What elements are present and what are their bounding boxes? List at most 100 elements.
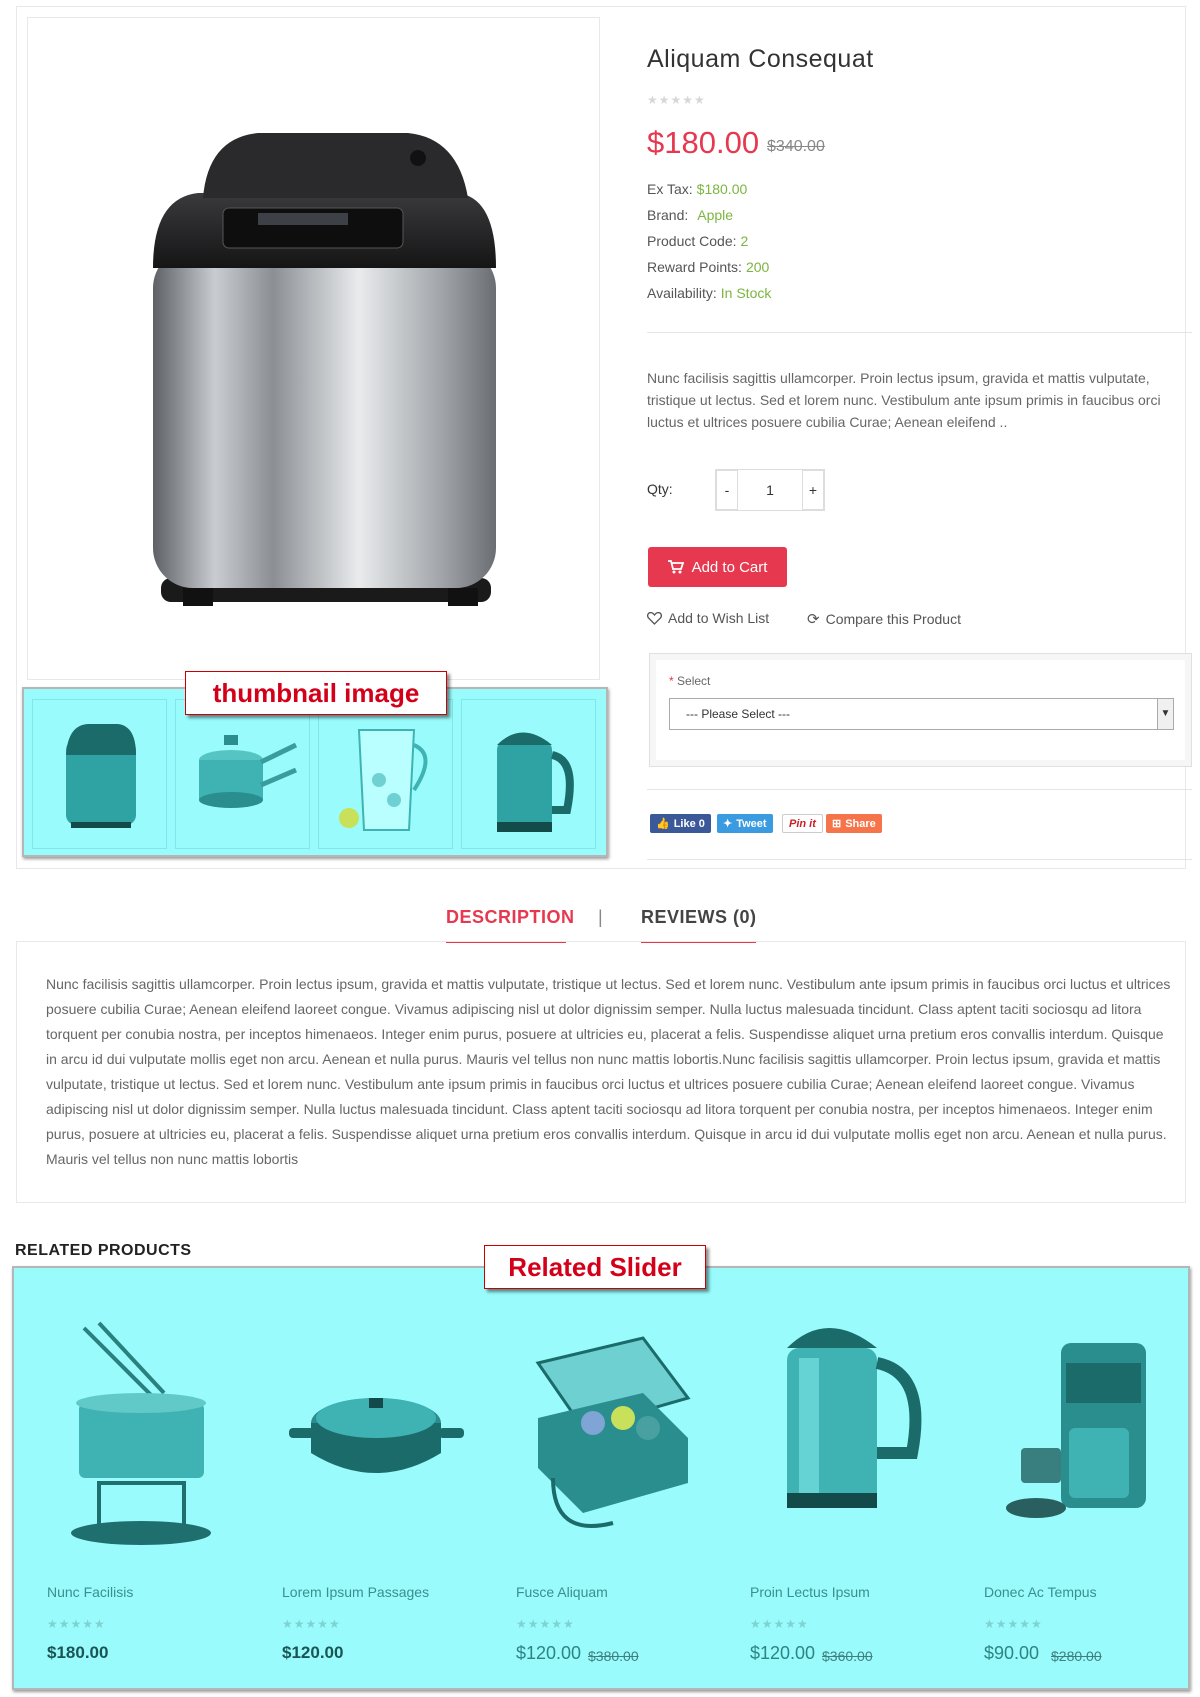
related-product-old-price: $280.00 [1051, 1648, 1102, 1664]
pinit-label: Pin it [789, 817, 816, 830]
short-description: Nunc facilisis sagittis ullamcorper. Pro… [647, 370, 1161, 430]
info-label: Availability: [647, 285, 717, 301]
add-to-cart-label: Add to Cart [691, 558, 768, 576]
divider [647, 332, 1192, 333]
option-select[interactable]: --- Please Select --- ▼ [669, 698, 1174, 730]
saucepan-thumb-icon [199, 735, 298, 808]
product-title: Aliquam Consequat [647, 45, 874, 73]
like-label: Like 0 [673, 817, 705, 830]
add-to-wishlist-link[interactable]: Add to Wish List [647, 610, 769, 626]
add-to-cart-button[interactable]: Add to Cart [648, 547, 787, 587]
heart-icon [647, 611, 662, 625]
info-product-code: Product Code: 2 [647, 233, 748, 249]
qty-label: Qty: [647, 481, 673, 497]
tweet-button[interactable]: ✦ Tweet [717, 814, 773, 833]
wishlist-label: Add to Wish List [668, 610, 770, 626]
option-selected-value: --- Please Select --- [686, 707, 791, 721]
related-product-item[interactable]: Donec Ac Tempus ★★★★★ $90.00 $280.00 [961, 1268, 1195, 1692]
product-options: * Select --- Please Select --- ▼ [649, 653, 1192, 767]
info-value: 2 [740, 233, 749, 249]
related-product-old-price: $360.00 [822, 1648, 873, 1664]
related-product-name[interactable]: Donec Ac Tempus [984, 1584, 1097, 1600]
info-label: Reward Points: [647, 259, 742, 275]
description-panel: Nunc facilisis sagittis ullamcorper. Pro… [16, 941, 1186, 1203]
refresh-icon: ⟳ [807, 611, 820, 628]
related-product-item[interactable]: Proin Lectus Ipsum ★★★★★ $120.00 $360.00 [727, 1268, 961, 1692]
related-product-item[interactable]: Fusce Aliquam ★★★★★ $120.00 $380.00 [493, 1268, 727, 1692]
product-panel: Aliquam Consequat ★★★★★ $180.00 $340.00 … [16, 6, 1192, 869]
tab-description[interactable]: DESCRIPTION [446, 907, 575, 928]
related-products-title: RELATED PRODUCTS [15, 1242, 192, 1259]
info-brand: Brand: Apple [647, 207, 733, 223]
qty-input[interactable]: 1 [738, 470, 802, 510]
long-description: Nunc facilisis sagittis ullamcorper. Pro… [46, 976, 1171, 1167]
related-product-name[interactable]: Proin Lectus Ipsum [750, 1584, 870, 1600]
chevron-down-icon: ▼ [1157, 699, 1173, 729]
related-product-stars: ★★★★★ [516, 1617, 575, 1631]
divider [647, 789, 1192, 790]
info-label: Product Code: [647, 233, 737, 249]
facebook-like-button[interactable]: 👍 Like 0 [650, 814, 711, 833]
twitter-bird-icon: ✦ [723, 818, 733, 830]
bread-maker-image [153, 133, 496, 606]
related-product-price: $120.00 [516, 1643, 582, 1663]
cart-icon [667, 560, 684, 574]
coffee-maker-image [1006, 1343, 1146, 1518]
soup-maker-image [787, 1328, 922, 1508]
bread-maker-thumb-icon [66, 724, 136, 828]
related-product-name[interactable]: Nunc Facilisis [47, 1584, 133, 1600]
divider [647, 859, 1192, 860]
info-availability: Availability: In Stock [647, 285, 771, 301]
related-product-stars: ★★★★★ [47, 1617, 106, 1631]
tab-separator: | [598, 907, 603, 927]
related-product-stars: ★★★★★ [984, 1617, 1043, 1631]
tweet-label: Tweet [736, 817, 767, 830]
related-product-name[interactable]: Fusce Aliquam [516, 1584, 608, 1600]
info-value: $180.00 [696, 181, 748, 197]
plus-icon: ⊞ [832, 818, 842, 830]
thumbs-up-icon: 👍 [656, 818, 670, 830]
compare-product-link[interactable]: ⟳ Compare this Product [807, 610, 961, 628]
thumbnail-pitcher[interactable] [318, 699, 453, 849]
qty-decrease-button[interactable]: - [716, 470, 738, 510]
info-value: 200 [745, 259, 770, 275]
info-label: Brand: [647, 207, 689, 223]
related-product-item[interactable]: Nunc Facilisis ★★★★★ $180.00 [24, 1268, 258, 1692]
related-product-item[interactable]: Lorem Ipsum Passages ★★★★★ $120.00 [259, 1268, 493, 1692]
required-marker: * [669, 674, 674, 688]
share-button[interactable]: ⊞ Share [826, 814, 882, 833]
related-product-name[interactable]: Lorem Ipsum Passages [282, 1584, 429, 1600]
thumbnail-callout: thumbnail image [185, 671, 447, 715]
rating-stars: ★★★★★ [647, 93, 706, 107]
related-product-stars: ★★★★★ [282, 1617, 341, 1631]
thumbnail-soup-maker[interactable] [461, 699, 596, 849]
related-product-price: $120.00 [282, 1643, 344, 1662]
info-label: Ex Tax: [647, 181, 693, 197]
fondue-pot-image [71, 1321, 211, 1545]
related-product-stars: ★★★★★ [750, 1617, 809, 1631]
casserole-pot-image [289, 1398, 464, 1473]
product-old-price: $340.00 [767, 138, 825, 155]
product-price: $180.00 [647, 125, 760, 160]
compare-label: Compare this Product [825, 611, 961, 627]
brand-link[interactable]: Apple [697, 207, 733, 223]
info-ex-tax: Ex Tax: $180.00 [647, 181, 747, 197]
option-label: * Select [669, 674, 710, 688]
related-product-price: $180.00 [47, 1643, 109, 1662]
qty-increase-button[interactable]: + [802, 470, 824, 510]
related-products-slider: Nunc Facilisis ★★★★★ $180.00 Lorem Ipsum… [12, 1266, 1190, 1690]
pinterest-button[interactable]: Pin it [782, 814, 823, 833]
main-product-image[interactable] [27, 17, 600, 680]
thumbnail-saucepan[interactable] [175, 699, 310, 849]
share-label: Share [845, 817, 876, 830]
pitcher-thumb-icon [339, 729, 428, 831]
tab-reviews[interactable]: REVIEWS (0) [641, 907, 757, 928]
thumbnail-bread-maker[interactable] [32, 699, 167, 849]
related-slider-callout: Related Slider [484, 1245, 706, 1289]
related-product-price: $90.00 [984, 1643, 1040, 1663]
cooler-bag-image [535, 1336, 691, 1528]
info-reward-points: Reward Points: 200 [647, 259, 769, 275]
quantity-stepper: - 1 + [715, 469, 825, 511]
stock-status: In Stock [720, 285, 772, 301]
soup-maker-thumb-icon [497, 732, 574, 832]
